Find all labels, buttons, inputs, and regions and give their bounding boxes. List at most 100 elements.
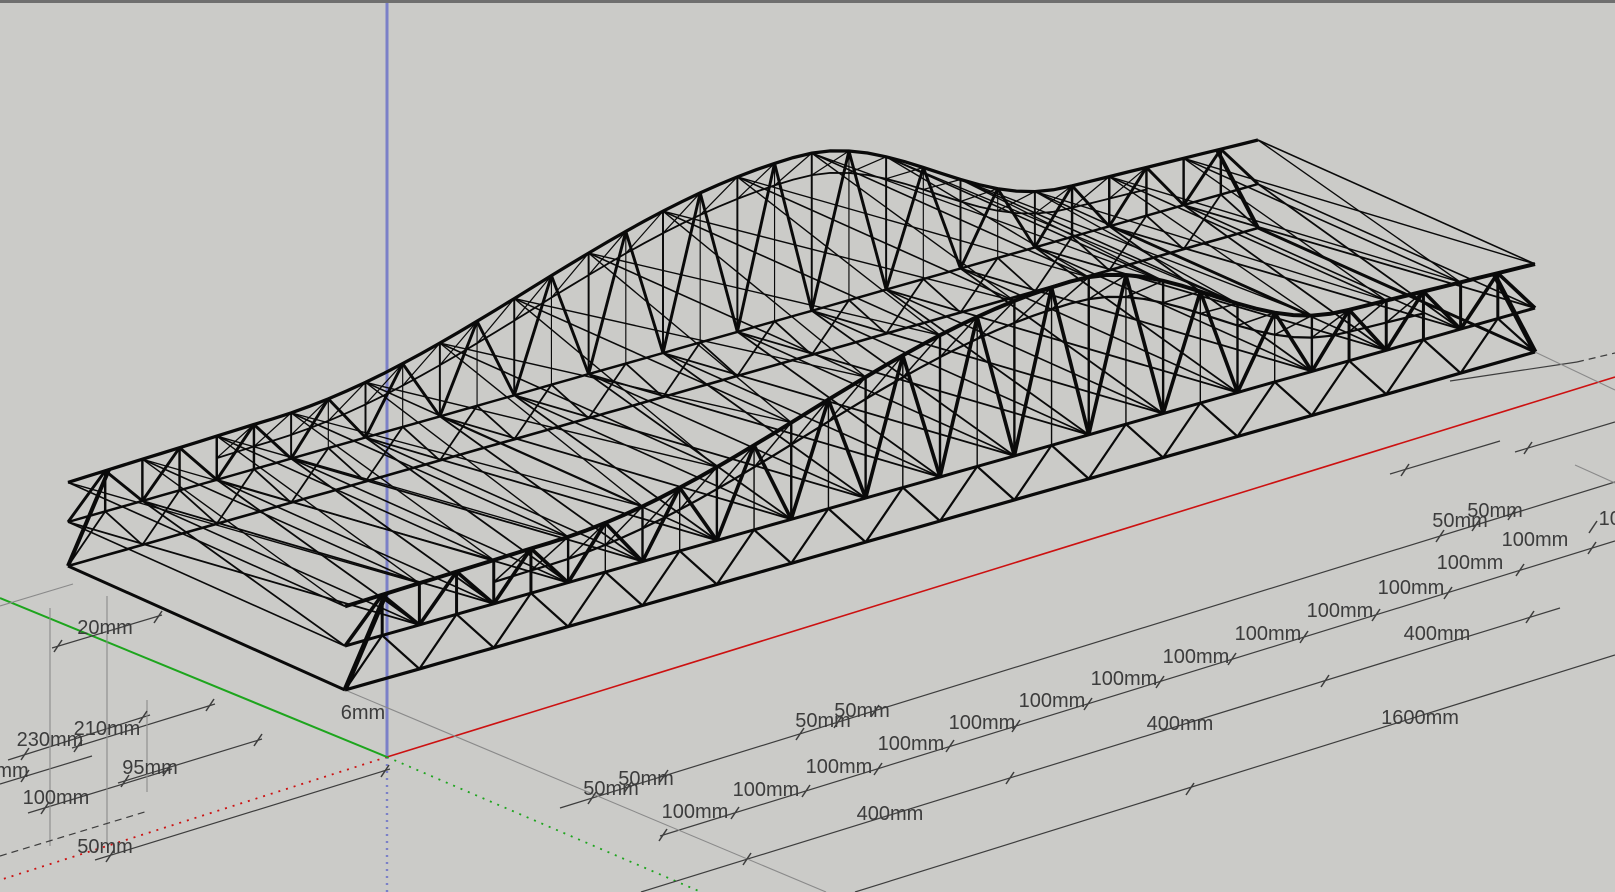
truss-diagonal [1200, 292, 1237, 393]
top-x-brace [1258, 140, 1461, 282]
dimension-label: 100mm [1235, 623, 1302, 645]
deck-lacing [903, 488, 940, 521]
dimension-label: 400mm [1147, 713, 1214, 735]
deck-lacing [1052, 445, 1089, 478]
dimension-label: 100mm [1599, 508, 1615, 530]
arch-lacing [1163, 292, 1200, 303]
deck-lacing [923, 279, 960, 312]
deck-lacing [849, 300, 886, 333]
arch-lacing [849, 157, 886, 173]
witness-line [1575, 465, 1615, 483]
deck-cross-beam [440, 416, 717, 540]
dimension-label: 100mm [1378, 577, 1445, 599]
truss-diagonal [1163, 292, 1200, 414]
deck-lacing [457, 614, 494, 647]
arch-lacing [551, 253, 588, 298]
dimension-label: 95mm [122, 757, 178, 779]
truss-diagonal [977, 317, 1014, 456]
dimension-label: 100mm [1163, 646, 1230, 668]
dimension-label: 100mm [1019, 690, 1086, 712]
dimension-label: 20mm [77, 617, 133, 639]
arch-lacing [717, 445, 754, 489]
truss-diagonal [775, 163, 812, 310]
witness-line [1535, 352, 1615, 390]
dimension-label: mm [0, 760, 29, 782]
deck-lacing [680, 551, 717, 584]
dimension-label: 6mm [341, 702, 385, 724]
deck-x-brace [142, 501, 345, 646]
deck-lacing [1498, 319, 1535, 352]
deck-lacing [605, 572, 642, 605]
dimension-label: 100mm [1437, 552, 1504, 574]
cad-viewport[interactable]: 20mm230mm210mm95mmmm100mm50mm6mm50mm50mm… [0, 0, 1615, 892]
deck-lacing [754, 530, 791, 563]
top-strut [1035, 192, 1312, 316]
dimension-label: 1600mm [1381, 707, 1459, 729]
dimension-line [855, 655, 1615, 892]
truss-diagonal [403, 364, 440, 417]
dimension-tick [54, 640, 62, 652]
arch-lacing [626, 211, 663, 253]
dashed-extension-line [1577, 353, 1615, 362]
dimension-label: 400mm [1404, 623, 1471, 645]
deck-cross-beam [589, 374, 866, 498]
top-strut [68, 482, 345, 606]
truss-diagonal [1146, 167, 1183, 205]
deck-cross-beam [886, 290, 1163, 414]
deck-lacing [998, 258, 1035, 291]
truss-diagonal [663, 193, 700, 353]
dimension-label: 100mm [733, 779, 800, 801]
dimension-label: 210mm [74, 718, 141, 740]
dimension-label: 50mm [834, 700, 890, 722]
deck-cross-beam [1184, 205, 1461, 329]
deck-x-brace [217, 480, 420, 625]
deck-cross-beam [1035, 247, 1312, 371]
deck-lacing [531, 593, 568, 626]
dimension-label: 100mm [1307, 600, 1374, 622]
dimension-labels-layer: 20mm230mm210mm95mmmm100mm50mm6mm50mm50mm… [0, 500, 1615, 858]
dimension-line [95, 769, 390, 860]
dimension-label: 100mm [878, 733, 945, 755]
deck-lacing [1349, 361, 1386, 394]
dimension-label: 400mm [857, 803, 924, 825]
arch-lacing [700, 177, 737, 215]
dimension-tick [1006, 772, 1014, 784]
truss-diagonal [903, 355, 940, 477]
dimension-tick [254, 734, 262, 746]
dimension-line [1515, 422, 1615, 452]
top-strut [1184, 158, 1461, 282]
arch-lacing [903, 335, 940, 377]
deck-x-brace [291, 459, 494, 604]
top-x-brace [142, 459, 345, 606]
arch-lacing [605, 506, 642, 545]
truss-diagonal [105, 471, 142, 501]
dimension-tick [731, 807, 739, 819]
dimension-tick [802, 785, 810, 797]
dimension-label: 100mm [806, 756, 873, 778]
arch-lacing [403, 343, 440, 386]
arch-lacing [477, 299, 514, 344]
red-axis-solid [387, 377, 1615, 757]
deck-cross-beam [961, 269, 1238, 393]
dimension-label: 50mm [618, 768, 674, 790]
dimension-tick [659, 829, 667, 841]
top-strut [663, 211, 940, 335]
top-x-brace [1184, 158, 1387, 300]
deck-cross-beam [366, 438, 643, 562]
dimension-label: 50mm [77, 836, 133, 858]
deck-lacing [1423, 340, 1460, 373]
dimension-label: 50mm [1467, 500, 1523, 522]
deck-x-brace [663, 353, 866, 498]
top-strut [812, 153, 1089, 277]
dimension-lines-layer [0, 352, 1615, 892]
truss-diagonal [626, 231, 663, 353]
arch-lacing [828, 377, 865, 422]
end-post [1494, 274, 1535, 352]
deck-x-brace [440, 416, 643, 561]
dimension-label: 100mm [1091, 668, 1158, 690]
deck-lacing [828, 509, 865, 542]
top-x-brace [291, 413, 494, 560]
viewport-canvas[interactable]: 20mm230mm210mm95mmmm100mm50mm6mm50mm50mm… [0, 0, 1615, 892]
deck-lacing [1275, 382, 1312, 415]
dimension-tick [1588, 542, 1596, 554]
